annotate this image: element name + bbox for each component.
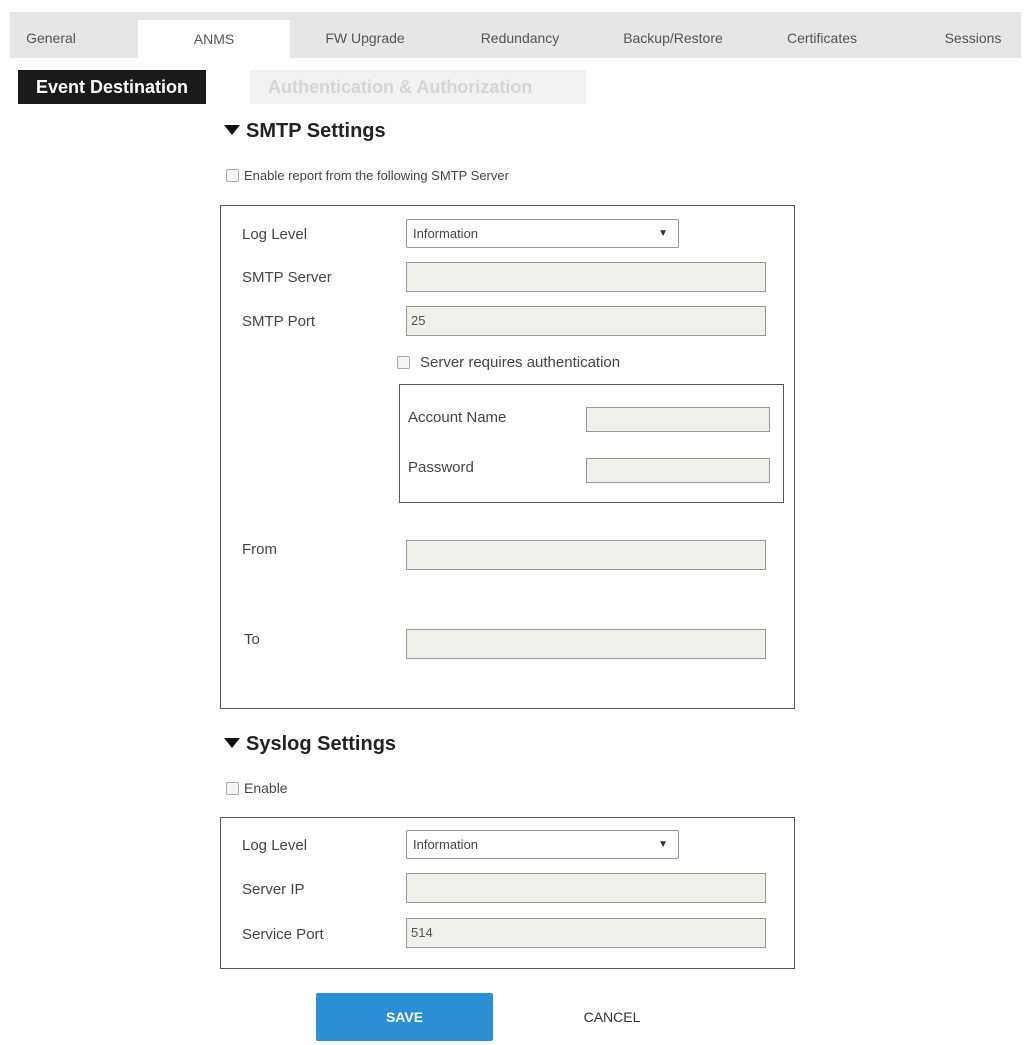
tab-fw-upgrade[interactable]: FW Upgrade (300, 12, 430, 58)
syslog-log-level-value: Information (413, 837, 479, 852)
smtp-server-label: SMTP Server (242, 269, 332, 286)
to-label: To (244, 631, 260, 648)
smtp-enable-checkbox[interactable] (226, 169, 239, 183)
smtp-port-input[interactable]: 25 (406, 306, 766, 336)
password-label: Password (408, 459, 474, 476)
top-tab-bar: General ANMS FW Upgrade Redundancy Backu… (10, 12, 1021, 58)
smtp-settings-title: SMTP Settings (246, 120, 386, 142)
tab-sessions[interactable]: Sessions (925, 12, 1021, 58)
subtab-authentication-authorization[interactable]: Authentication & Authorization (250, 70, 586, 104)
collapse-triangle-icon (224, 737, 240, 748)
tab-certificates[interactable]: Certificates (762, 12, 882, 58)
smtp-settings-heading[interactable]: SMTP Settings (224, 120, 386, 143)
smtp-auth-label: Server requires authentication (420, 354, 621, 371)
service-port-input[interactable]: 514 (406, 918, 766, 948)
syslog-settings-title: Syslog Settings (246, 733, 397, 755)
smtp-auth-row[interactable]: Server requires authentication (397, 354, 620, 371)
chevron-down-icon: ▼ (658, 228, 668, 239)
chevron-down-icon: ▼ (658, 839, 668, 850)
service-port-label: Service Port (242, 926, 324, 943)
tab-general[interactable]: General (10, 12, 92, 58)
to-input[interactable] (406, 629, 766, 659)
syslog-enable-row[interactable]: Enable (226, 780, 288, 796)
smtp-port-label: SMTP Port (242, 313, 316, 330)
account-name-input[interactable] (586, 407, 770, 432)
cancel-button[interactable]: CANCEL (562, 993, 662, 1041)
save-button[interactable]: SAVE (316, 993, 493, 1041)
smtp-enable-row[interactable]: Enable report from the following SMTP Se… (226, 168, 509, 183)
from-input[interactable] (406, 540, 766, 570)
syslog-enable-checkbox[interactable] (226, 781, 239, 795)
server-ip-input[interactable] (406, 873, 766, 903)
account-name-label: Account Name (408, 409, 507, 426)
smtp-enable-label: Enable report from the following SMTP Se… (244, 168, 509, 183)
smtp-log-level-label: Log Level (242, 226, 308, 243)
server-ip-label: Server IP (242, 881, 305, 898)
smtp-server-input[interactable] (406, 262, 766, 292)
syslog-settings-heading[interactable]: Syslog Settings (224, 733, 396, 756)
tab-backup-restore[interactable]: Backup/Restore (603, 12, 743, 58)
smtp-auth-checkbox[interactable] (397, 355, 410, 369)
syslog-log-level-select[interactable]: Information ▼ (406, 830, 679, 859)
collapse-triangle-icon (224, 124, 240, 135)
smtp-log-level-value: Information (413, 226, 479, 241)
password-input[interactable] (586, 458, 770, 483)
smtp-log-level-select[interactable]: Information ▼ (406, 219, 679, 248)
tab-redundancy[interactable]: Redundancy (455, 12, 585, 58)
subtab-event-destination[interactable]: Event Destination (18, 70, 207, 104)
tab-anms[interactable]: ANMS (138, 20, 290, 58)
smtp-auth-panel (399, 384, 784, 503)
syslog-enable-label: Enable (244, 780, 288, 796)
syslog-log-level-label: Log Level (242, 837, 308, 854)
from-label: From (242, 541, 277, 558)
